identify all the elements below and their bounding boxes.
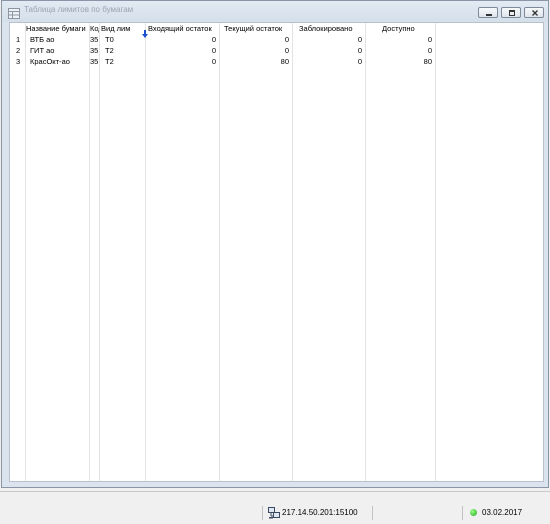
limit-type: T0 — [105, 35, 114, 44]
limits-window: Таблица лимитов по бумагам Название бума… — [1, 0, 549, 488]
available-amount: 0 — [427, 46, 432, 55]
column-header-name[interactable]: Название бумаги — [26, 24, 89, 34]
current-balance: 0 — [284, 46, 289, 55]
statusbar-divider — [262, 506, 263, 520]
column-header-incoming[interactable]: Входящий остаток — [148, 24, 218, 34]
limits-table[interactable]: Название бумаги Код Вид лим Входящий ост… — [9, 22, 544, 482]
column-divider[interactable] — [25, 23, 26, 481]
available-amount: 80 — [423, 57, 432, 66]
security-name: ГИТ ао — [30, 46, 55, 55]
table-app-icon — [8, 6, 20, 19]
current-balance: 0 — [284, 35, 289, 44]
incoming-balance: 0 — [211, 57, 216, 66]
statusbar-divider — [462, 506, 463, 520]
close-icon — [532, 10, 538, 16]
maximize-icon — [509, 10, 515, 16]
blocked-amount: 0 — [357, 57, 362, 66]
security-name: КрасОкт-ао — [30, 57, 70, 66]
status-date: 03.02.2017 — [482, 508, 523, 517]
statusbar-separator — [0, 491, 550, 492]
statusbar: 217.14.50.201:15100 03.02.2017 — [0, 504, 550, 521]
column-divider[interactable] — [145, 23, 146, 481]
incoming-balance: 0 — [211, 46, 216, 55]
security-code: 35 — [90, 35, 99, 44]
limit-type: T2 — [105, 46, 114, 55]
statusbar-divider — [372, 506, 373, 520]
column-divider[interactable] — [292, 23, 293, 481]
window-title: Таблица лимитов по бумагам — [24, 5, 134, 14]
column-divider[interactable] — [365, 23, 366, 481]
current-balance: 80 — [280, 57, 289, 66]
minimize-icon — [486, 14, 492, 16]
incoming-balance: 0 — [211, 35, 216, 44]
blocked-amount: 0 — [357, 35, 362, 44]
column-header-blocked[interactable]: Заблокировано — [299, 24, 363, 34]
column-divider[interactable] — [99, 23, 100, 481]
security-code: 35 — [90, 57, 99, 66]
row-number: 2 — [16, 46, 21, 55]
row-number: 3 — [16, 57, 21, 66]
available-amount: 0 — [427, 35, 432, 44]
window-titlebar[interactable]: Таблица лимитов по бумагам — [2, 1, 548, 22]
maximize-button[interactable] — [501, 7, 521, 18]
table-header: Название бумаги Код Вид лим Входящий ост… — [10, 23, 543, 38]
column-divider[interactable] — [435, 23, 436, 481]
column-header-code[interactable]: Код — [90, 24, 99, 34]
blocked-amount: 0 — [357, 46, 362, 55]
column-divider[interactable] — [89, 23, 90, 481]
security-code: 35 — [90, 46, 99, 55]
column-header-limit-type[interactable]: Вид лим — [101, 24, 141, 34]
row-number: 1 — [16, 35, 21, 44]
minimize-button[interactable] — [478, 7, 498, 18]
server-address: 217.14.50.201:15100 — [282, 508, 358, 517]
network-connection-icon[interactable] — [268, 506, 280, 519]
close-button[interactable] — [524, 7, 544, 18]
connection-status-icon — [470, 509, 477, 516]
column-divider[interactable] — [219, 23, 220, 481]
column-header-available[interactable]: Доступно — [382, 24, 432, 34]
limit-type: T2 — [105, 57, 114, 66]
security-name: ВТБ ао — [30, 35, 55, 44]
column-header-current[interactable]: Текущий остаток — [224, 24, 290, 34]
